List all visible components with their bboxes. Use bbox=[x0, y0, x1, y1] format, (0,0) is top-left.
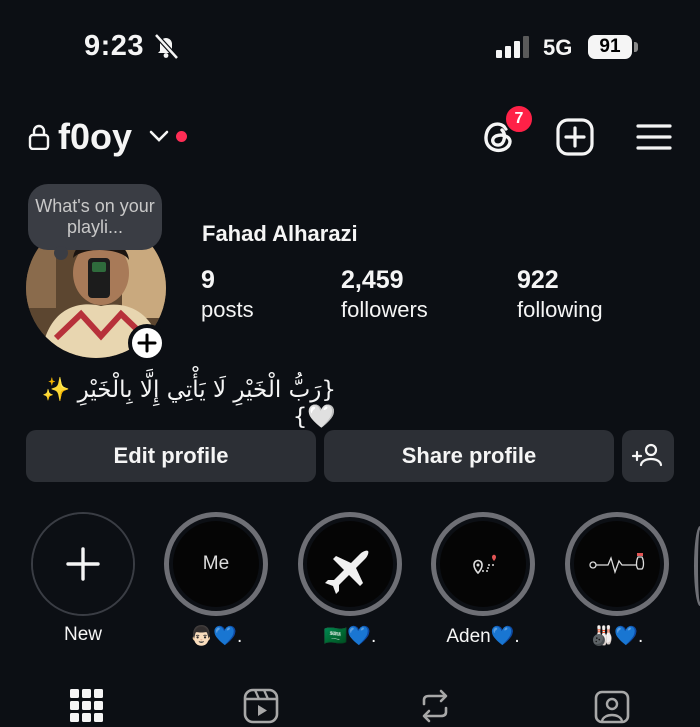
bell-slash-icon bbox=[154, 33, 179, 60]
chevron-down-icon[interactable] bbox=[148, 128, 170, 144]
add-person-icon bbox=[631, 443, 663, 467]
highlight-bowling[interactable]: 🎳💙. bbox=[565, 512, 669, 648]
highlight-partial[interactable] bbox=[694, 526, 700, 606]
highlight-cover bbox=[574, 521, 660, 607]
stat-followers[interactable]: 2,459 followers bbox=[341, 266, 428, 323]
status-bar: 9:23 5G 91 bbox=[0, 0, 700, 95]
highlight-new-circle bbox=[33, 514, 133, 614]
highlight-ring bbox=[431, 512, 535, 616]
hamburger-menu-icon[interactable] bbox=[636, 122, 672, 152]
map-pin-route-icon bbox=[473, 554, 496, 575]
tagged-icon[interactable] bbox=[594, 688, 630, 724]
status-time: 9:23 bbox=[84, 30, 145, 62]
profile-tabs bbox=[0, 684, 700, 727]
stat-followers-label: followers bbox=[341, 297, 428, 322]
highlight-me[interactable]: Me 👨🏻💙. bbox=[164, 512, 268, 648]
highlight-cover bbox=[440, 521, 526, 607]
network-type: 5G bbox=[543, 35, 573, 60]
highlight-label: 👨🏻💙. bbox=[189, 626, 243, 647]
notification-dot bbox=[176, 131, 187, 142]
airplane-icon bbox=[325, 550, 369, 594]
highlight-ring: Me bbox=[164, 512, 268, 616]
profile-full-name: Fahad Alharazi bbox=[202, 221, 358, 246]
battery-tip bbox=[634, 42, 638, 52]
highlight-label: 🎳💙. bbox=[590, 626, 644, 647]
highlight-label: Aden💙. bbox=[446, 626, 520, 647]
plus-icon bbox=[66, 547, 100, 581]
highlight-ring bbox=[298, 512, 402, 616]
discover-people-button[interactable] bbox=[622, 430, 674, 482]
stat-following-label: following bbox=[517, 297, 603, 322]
stat-followers-count: 2,459 bbox=[341, 266, 404, 294]
highlight-cover bbox=[307, 521, 393, 607]
stat-posts-count: 9 bbox=[201, 266, 215, 294]
profile-bio: {رَبُّ الْخَيْرِ لَا يَأْتِي إِلَّا بِال… bbox=[41, 377, 336, 430]
edit-profile-button[interactable]: Edit profile bbox=[26, 430, 316, 482]
cellular-signal-icon bbox=[496, 36, 529, 58]
share-profile-button[interactable]: Share profile bbox=[324, 430, 614, 482]
highlight-travel[interactable]: 🇸🇦💙. bbox=[298, 512, 402, 648]
grid-icon[interactable] bbox=[69, 688, 105, 724]
highlight-cover: Me bbox=[173, 521, 259, 607]
add-story-icon[interactable] bbox=[128, 324, 166, 362]
threads-badge: 7 bbox=[504, 104, 534, 134]
plus-square-icon[interactable] bbox=[556, 118, 594, 156]
stat-following[interactable]: 922 following bbox=[517, 266, 603, 323]
highlight-label: New bbox=[63, 624, 102, 645]
profile-header: f0oy 7 bbox=[0, 100, 700, 180]
highlight-label: 🇸🇦💙. bbox=[323, 626, 377, 647]
highlight-ring bbox=[565, 512, 669, 616]
stat-posts-label: posts bbox=[201, 297, 254, 322]
highlight-new-ring bbox=[31, 512, 135, 616]
reels-icon[interactable] bbox=[243, 688, 279, 724]
heartbeat-line-icon bbox=[589, 553, 645, 575]
note-bubble[interactable]: What's on your playli... bbox=[28, 184, 162, 260]
account-username[interactable]: f0oy bbox=[58, 116, 132, 158]
stat-posts[interactable]: 9 posts bbox=[201, 266, 254, 323]
lock-icon bbox=[28, 124, 50, 150]
highlight-cover-text: Me bbox=[202, 553, 230, 574]
repost-icon[interactable] bbox=[417, 688, 453, 724]
highlight-aden[interactable]: Aden💙. bbox=[431, 512, 535, 648]
battery-icon: 91 bbox=[588, 35, 632, 59]
highlight-new[interactable]: New bbox=[31, 512, 135, 646]
stat-following-count: 922 bbox=[517, 266, 559, 294]
